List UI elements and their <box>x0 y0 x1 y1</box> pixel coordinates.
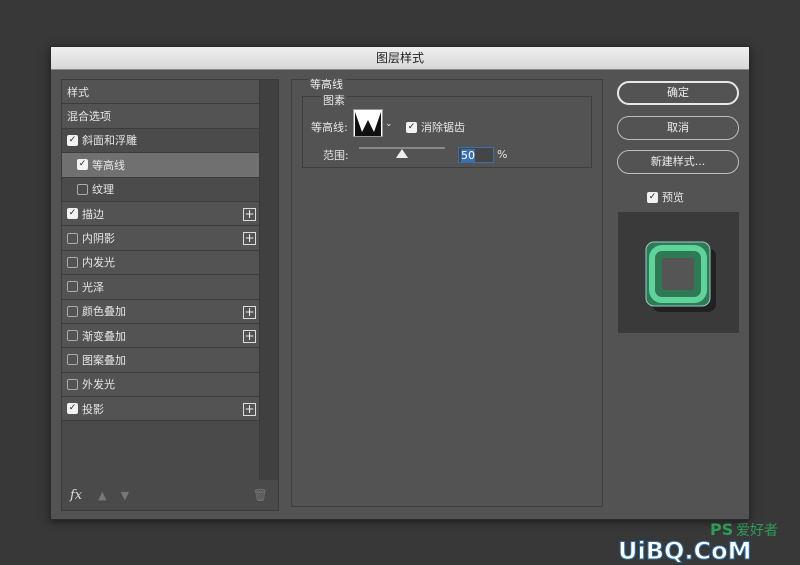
style-item[interactable]: 颜色叠加 + <box>62 299 260 324</box>
layer-style-dialog: 图层样式 样式 混合选项 ✓ 斜面和浮雕 ✓ 等高线纹理 ✓ 描边 + 内阴影 + 内发光光泽颜色… <box>50 46 750 520</box>
style-item[interactable]: ✓ 描边 + <box>62 201 260 227</box>
checkbox-icon[interactable] <box>67 281 78 293</box>
styles-toolbar: fx ▲ ▼ 🗑 <box>62 480 278 510</box>
style-item[interactable]: 内阴影 + <box>62 226 260 251</box>
contour-label: 等高线: <box>311 121 348 134</box>
style-item[interactable]: ✓ 等高线 <box>62 153 260 178</box>
checkbox-icon[interactable] <box>67 256 78 268</box>
anti-alias-checkbox[interactable]: ✓ 消除锯齿 <box>406 119 465 135</box>
style-item-label: 内发光 <box>82 256 115 270</box>
move-down-icon[interactable]: ▼ <box>121 489 129 502</box>
site-watermark: PS 爱好者 UiBQ.CoM <box>618 520 779 563</box>
contour-panel: 等高线 图素 等高线: ⌄ ✓ 消除锯齿 范围: 50 % <box>291 76 603 507</box>
styles-header-label: 样式 <box>67 85 89 99</box>
style-item-label: 斜面和浮雕 <box>82 134 137 148</box>
add-effect-icon[interactable]: + <box>243 305 256 319</box>
checkbox-icon[interactable] <box>67 232 78 244</box>
range-label: 范围: <box>323 149 349 162</box>
add-effect-icon[interactable]: + <box>243 207 256 221</box>
checkbox-icon[interactable] <box>77 183 88 195</box>
elements-group: 图素 等高线: ⌄ ✓ 消除锯齿 范围: 50 % <box>302 92 592 168</box>
checkbox-icon[interactable] <box>67 354 78 366</box>
range-input[interactable]: 50 <box>458 147 494 163</box>
styles-header[interactable]: 样式 <box>62 80 260 105</box>
style-item[interactable]: ✓ 斜面和浮雕 <box>62 128 260 154</box>
watermark-site: UiBQ.CoM <box>618 537 752 563</box>
style-item[interactable]: 内发光 <box>62 250 260 276</box>
preview-label: 预览 <box>662 191 684 204</box>
checkbox-icon: ✓ <box>406 121 417 133</box>
anti-alias-label: 消除锯齿 <box>421 121 465 134</box>
trash-icon[interactable]: 🗑 <box>253 488 268 502</box>
fx-menu-button[interactable]: fx <box>70 488 82 503</box>
range-slider-thumb[interactable] <box>396 149 408 158</box>
contour-section-title: 等高线 <box>308 76 345 92</box>
checkbox-icon[interactable]: ✓ <box>67 403 78 415</box>
style-item-label: 等高线 <box>92 158 125 172</box>
style-item-label: 外发光 <box>82 378 115 392</box>
styles-list: 样式 混合选项 ✓ 斜面和浮雕 ✓ 等高线 纹理 ✓ 描边 + 内阴影 + 内发光 光泽 颜色叠加 + 渐变… <box>62 80 260 480</box>
style-item[interactable]: 图案叠加 <box>62 348 260 373</box>
checkbox-icon[interactable]: ✓ <box>67 134 78 146</box>
range-value: 50 <box>461 149 475 162</box>
style-item-label: 颜色叠加 <box>82 305 126 319</box>
blend-options-label: 混合选项 <box>67 110 111 124</box>
style-item-label: 描边 <box>82 207 104 221</box>
style-item[interactable]: 光泽 <box>62 275 260 300</box>
checkbox-icon[interactable] <box>67 330 78 342</box>
style-item-label: 光泽 <box>82 280 104 294</box>
style-item-label: 纹理 <box>92 183 114 197</box>
style-item[interactable]: 渐变叠加 + <box>62 323 260 349</box>
range-unit: % <box>497 148 508 161</box>
preview-image <box>645 241 716 312</box>
checkbox-icon[interactable]: ✓ <box>67 208 78 220</box>
styles-panel: 样式 混合选项 ✓ 斜面和浮雕 ✓ 等高线 纹理 ✓ 描边 + 内阴影 + 内发光 光泽 颜色叠加 + 渐变… <box>61 79 279 511</box>
ok-button[interactable]: 确定 <box>617 81 739 105</box>
style-item-label: 渐变叠加 <box>82 329 126 343</box>
style-item[interactable]: 外发光 <box>62 372 260 398</box>
add-effect-icon[interactable]: + <box>243 232 256 246</box>
checkbox-icon[interactable] <box>67 305 78 317</box>
checkbox-icon: ✓ <box>647 191 658 203</box>
styles-scrollbar[interactable] <box>259 80 278 480</box>
style-item-label: 图案叠加 <box>82 353 126 367</box>
contour-curve-icon <box>355 112 381 136</box>
elements-group-title: 图素 <box>321 92 347 108</box>
cancel-button[interactable]: 取消 <box>617 116 739 140</box>
preview-checkbox[interactable]: ✓ 预览 <box>647 189 684 205</box>
checkbox-icon[interactable] <box>67 378 78 390</box>
move-up-icon[interactable]: ▲ <box>98 489 106 502</box>
blend-options-item[interactable]: 混合选项 <box>62 104 260 129</box>
dialog-title: 图层样式 <box>51 47 749 70</box>
style-item[interactable]: ✓ 投影 + <box>62 397 260 422</box>
style-item[interactable]: 纹理 <box>62 177 260 202</box>
style-item-label: 内阴影 <box>82 232 115 246</box>
style-item-label: 投影 <box>82 402 104 416</box>
new-style-button[interactable]: 新建样式... <box>617 150 739 174</box>
add-effect-icon[interactable]: + <box>243 329 256 343</box>
add-effect-icon[interactable]: + <box>243 403 256 417</box>
checkbox-icon[interactable]: ✓ <box>77 159 88 171</box>
chevron-down-icon[interactable]: ⌄ <box>385 119 393 129</box>
preview-thumbnail <box>618 212 739 333</box>
contour-picker[interactable] <box>353 109 383 137</box>
